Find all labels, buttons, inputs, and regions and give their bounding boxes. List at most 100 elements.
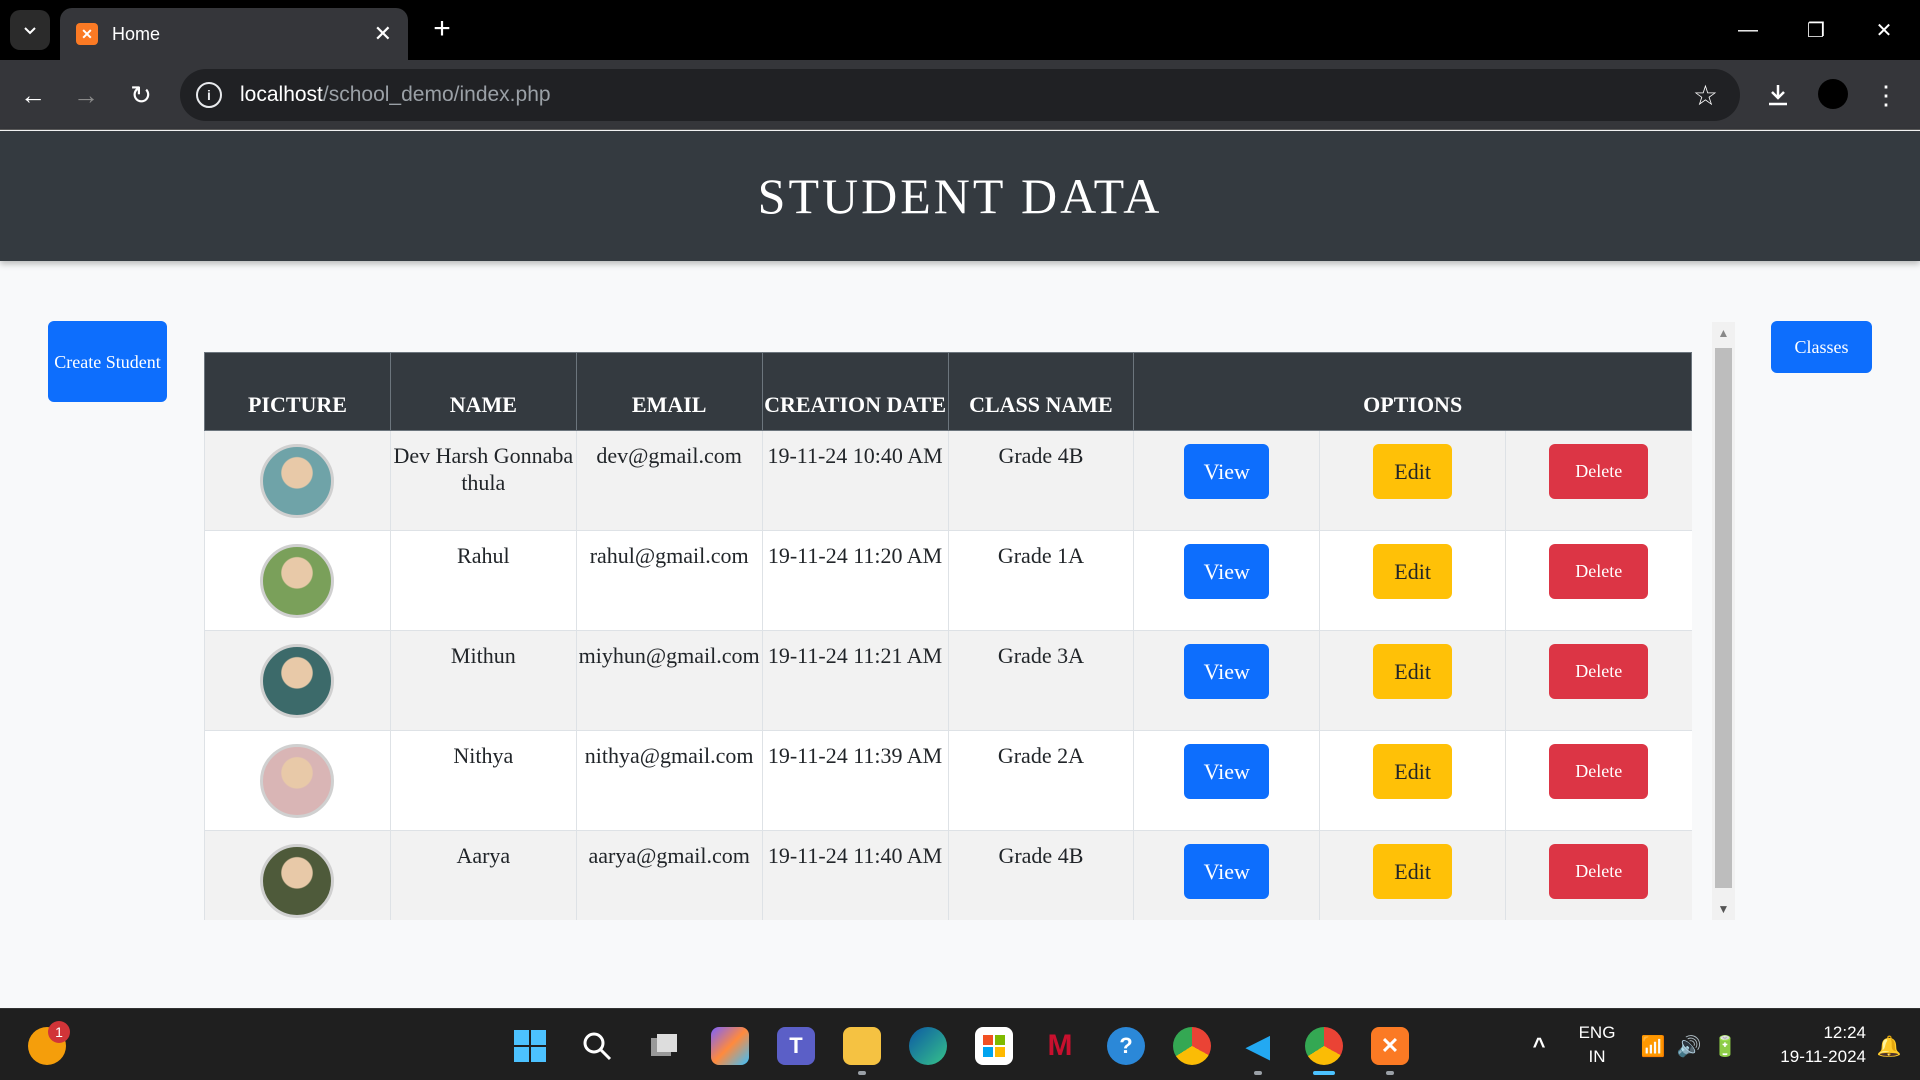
chrome-active-indicator: [1313, 1071, 1335, 1075]
student-avatar: [260, 543, 335, 618]
download-icon[interactable]: [1760, 77, 1796, 113]
volume-icon[interactable]: 🔊: [1670, 1027, 1708, 1065]
delete-button[interactable]: Delete: [1549, 544, 1649, 599]
picture-cell: [204, 430, 391, 531]
header-creation-date: CREATION DATE: [761, 352, 949, 431]
classes-button[interactable]: Classes: [1771, 321, 1872, 373]
battery-icon[interactable]: 🔋: [1706, 1027, 1744, 1065]
menu-kebab-icon[interactable]: ⋮: [1868, 77, 1904, 113]
close-window-icon[interactable]: ✕: [1866, 12, 1902, 48]
view-button[interactable]: View: [1184, 844, 1270, 899]
back-arrow-icon[interactable]: ←: [15, 77, 51, 113]
delete-button[interactable]: Delete: [1549, 744, 1649, 799]
edit-button[interactable]: Edit: [1373, 844, 1453, 899]
view-button[interactable]: View: [1184, 644, 1270, 699]
chrome-profile-icon[interactable]: [1305, 1027, 1343, 1065]
address-bar[interactable]: i localhost/school_demo/index.php ☆: [180, 69, 1740, 121]
student-table: PICTURE NAME EMAIL CREATION DATE CLASS N…: [204, 352, 1692, 920]
browser-tab-home[interactable]: ✕ Home ✕: [60, 8, 408, 60]
picture-cell: [204, 830, 391, 920]
student-avatar: [260, 743, 335, 818]
language-code: ENG: [1578, 1023, 1616, 1042]
copilot-icon[interactable]: [711, 1027, 749, 1065]
class-name-cell: Grade 3A: [947, 630, 1134, 731]
vscode-icon[interactable]: ◀: [1239, 1027, 1277, 1065]
view-cell: View: [1133, 830, 1320, 920]
wifi-icon[interactable]: 📶: [1634, 1027, 1672, 1065]
show-hidden-icons-chevron-up-icon[interactable]: ^: [1520, 1027, 1558, 1065]
edit-button[interactable]: Edit: [1373, 544, 1453, 599]
email-cell: miyhun@gmail.com: [575, 630, 763, 731]
table-row: Rahul rahul@gmail.com 19-11-24 11:20 AM Gra…: [204, 530, 1692, 631]
search-icon[interactable]: [578, 1027, 616, 1065]
teams-icon[interactable]: T: [777, 1027, 815, 1065]
windows-start-icon[interactable]: [511, 1027, 549, 1065]
mcafee-icon[interactable]: M: [1041, 1027, 1079, 1065]
reload-icon[interactable]: ↻: [123, 77, 159, 113]
restore-icon[interactable]: ❐: [1798, 12, 1834, 48]
delete-cell: Delete: [1505, 630, 1692, 731]
scroll-up-arrow-icon[interactable]: ▲: [1712, 326, 1735, 340]
tab-search-button[interactable]: [10, 10, 50, 50]
class-name-cell: Grade 2A: [947, 730, 1134, 831]
page-title: STUDENT DATA: [757, 168, 1163, 224]
region-code: IN: [1588, 1047, 1606, 1066]
delete-button[interactable]: Delete: [1549, 644, 1649, 699]
clock[interactable]: 12:24 19-11-2024: [1756, 1021, 1866, 1069]
view-button[interactable]: View: [1184, 444, 1270, 499]
minimize-icon[interactable]: —: [1730, 12, 1766, 48]
url-host: localhost: [240, 83, 323, 106]
email-cell: nithya@gmail.com: [575, 730, 763, 831]
edge-icon[interactable]: [909, 1027, 947, 1065]
file-explorer-running-indicator: [858, 1071, 866, 1075]
chrome-icon[interactable]: [1173, 1027, 1211, 1065]
browser-tabbar: ✕ Home ✕ + — ❐ ✕: [0, 0, 1920, 60]
notification-bell-icon[interactable]: 🔔: [1870, 1027, 1908, 1065]
file-explorer-icon[interactable]: [843, 1027, 881, 1065]
view-button[interactable]: View: [1184, 544, 1270, 599]
language-indicator[interactable]: ENG IN: [1572, 1021, 1622, 1069]
table-scrollbar[interactable]: ▲ ▼: [1712, 322, 1735, 920]
edit-button[interactable]: Edit: [1373, 644, 1453, 699]
url-path: /school_demo/index.php: [322, 83, 551, 106]
view-button[interactable]: View: [1184, 744, 1270, 799]
header-options: OPTIONS: [1133, 352, 1692, 431]
table-row: Mithun miyhun@gmail.com 19-11-24 11:21 AM G…: [204, 630, 1692, 731]
edit-cell: Edit: [1319, 730, 1506, 831]
task-view-icon[interactable]: [645, 1027, 683, 1065]
delete-cell: Delete: [1505, 730, 1692, 831]
header-name: NAME: [389, 352, 577, 431]
creation-date-cell: 19-11-24 11:20 AM: [761, 530, 948, 631]
clock-date: 19-11-2024: [1780, 1047, 1866, 1066]
site-info-icon[interactable]: i: [196, 82, 222, 108]
vscode-running-indicator: [1254, 1071, 1262, 1075]
creation-date-cell: 19-11-24 11:40 AM: [761, 830, 948, 920]
creation-date-cell: 19-11-24 11:39 AM: [761, 730, 948, 831]
student-avatar: [260, 843, 335, 918]
bookmark-star-icon[interactable]: ☆: [1693, 79, 1718, 112]
tab-close-icon[interactable]: ✕: [374, 21, 392, 47]
xampp-running-indicator: [1386, 1071, 1394, 1075]
forward-arrow-icon[interactable]: →: [68, 77, 104, 113]
get-help-icon[interactable]: ?: [1107, 1027, 1145, 1065]
table-row: Dev Harsh Gonnabathula dev@gmail.com 19-11…: [204, 430, 1692, 531]
class-name-cell: Grade 1A: [947, 530, 1134, 631]
profile-avatar[interactable]: [1818, 79, 1848, 109]
notification-badge: 1: [48, 1021, 70, 1043]
scroll-down-arrow-icon[interactable]: ▼: [1712, 902, 1735, 916]
edit-button[interactable]: Edit: [1373, 744, 1453, 799]
creation-date-cell: 19-11-24 11:21 AM: [761, 630, 948, 731]
delete-button[interactable]: Delete: [1549, 444, 1649, 499]
name-cell: Nithya: [389, 730, 577, 831]
edit-button[interactable]: Edit: [1373, 444, 1453, 499]
delete-button[interactable]: Delete: [1549, 844, 1649, 899]
browser-toolbar: ← → ↻ i localhost/school_demo/index.php …: [0, 60, 1920, 130]
create-student-button[interactable]: Create Student: [48, 321, 167, 402]
xampp-icon[interactable]: ✕: [1371, 1027, 1409, 1065]
scroll-thumb[interactable]: [1715, 348, 1732, 888]
new-tab-button[interactable]: +: [426, 12, 458, 45]
student-table-container: PICTURE NAME EMAIL CREATION DATE CLASS N…: [204, 322, 1735, 920]
name-cell: Aarya: [389, 830, 577, 920]
table-row: Aarya aarya@gmail.com 19-11-24 11:40 AM Gra…: [204, 830, 1692, 920]
microsoft-store-icon[interactable]: [975, 1027, 1013, 1065]
